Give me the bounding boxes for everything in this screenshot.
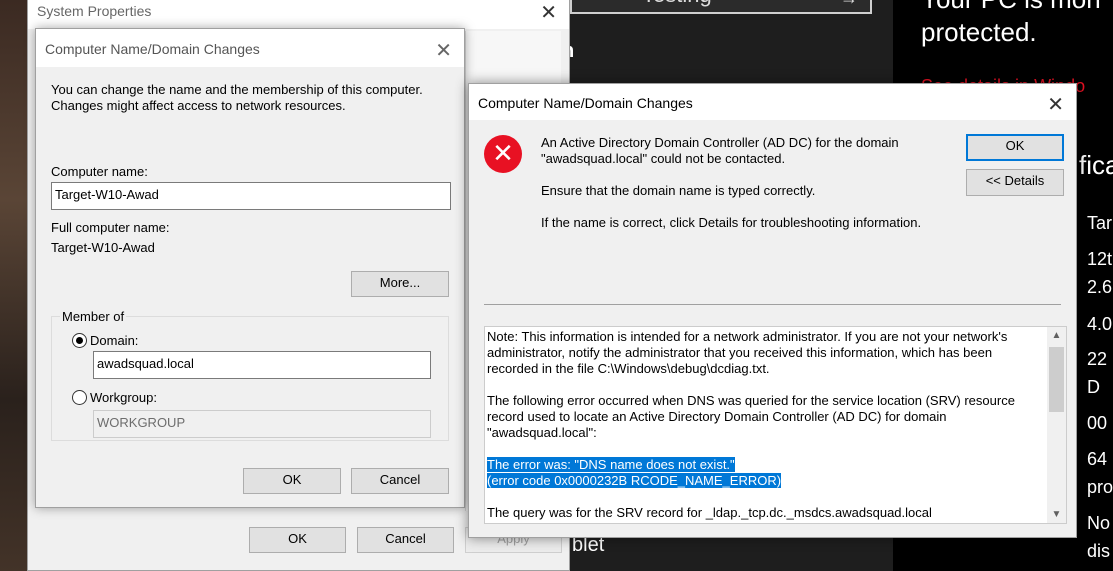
cancel-button[interactable]: Cancel (357, 527, 454, 553)
spec-line: 22 (1087, 349, 1108, 369)
details-button[interactable]: << Details (966, 169, 1064, 196)
divider (484, 304, 1061, 305)
error-hint-typed: Ensure that the domain name is typed cor… (541, 183, 816, 198)
error-message: An Active Directory Domain Controller (A… (541, 135, 899, 166)
spec-line: dis (1087, 541, 1111, 561)
selected-error-code: (error code 0x0000232B RCODE_NAME_ERROR) (487, 473, 782, 488)
desktop-wallpaper (0, 0, 30, 571)
ok-button[interactable]: OK (243, 468, 341, 494)
details-note: Note: This information is intended for a… (487, 329, 1008, 376)
selected-error-text: The error was: "DNS name does not exist.… (487, 457, 735, 472)
computer-name-input[interactable]: Target-W10-Awad (51, 182, 451, 210)
dialog-title: Computer Name/Domain Changes (45, 41, 260, 57)
spec-line: 2.6 (1087, 277, 1113, 297)
ok-button[interactable]: OK (249, 527, 346, 553)
close-icon[interactable]: ✕ (540, 0, 557, 24)
error-hint-details: If the name is correct, click Details fo… (541, 215, 922, 230)
dialog-title: Computer Name/Domain Changes (478, 95, 693, 111)
more-button[interactable]: More... (351, 271, 449, 297)
computer-name-dialog: Computer Name/Domain Changes ✕ You can c… (35, 28, 465, 508)
protection-text-2: protected. (921, 17, 1037, 47)
settings-search-box[interactable]: Testing → (570, 0, 872, 14)
chevron-down-icon[interactable]: ▼ (1047, 506, 1066, 523)
domain-radio[interactable] (72, 333, 87, 348)
error-icon: ✕ (484, 135, 522, 173)
details-srv-query: The query was for the SRV record for _ld… (487, 505, 932, 520)
member-of-label: Member of (60, 309, 127, 324)
scrollbar-thumb[interactable] (1049, 347, 1064, 412)
vertical-scrollbar[interactable]: ▲ ▼ (1047, 327, 1066, 523)
workgroup-label: Workgroup: (90, 390, 157, 405)
ok-button[interactable]: OK (966, 134, 1064, 161)
workgroup-radio[interactable] (72, 390, 87, 405)
title-bar: System Properties ✕ (28, 0, 569, 29)
protection-text-1: Your PC is mon (921, 0, 1101, 15)
spec-line: pro (1087, 477, 1113, 497)
cancel-button[interactable]: Cancel (351, 468, 449, 494)
radio-selected-dot (76, 337, 83, 344)
spec-line: Tar (1087, 213, 1113, 233)
specifications-heading: fica (1079, 150, 1113, 180)
workgroup-input[interactable]: WORKGROUP (93, 410, 431, 438)
intro-text: You can change the name and the membersh… (51, 82, 423, 113)
spec-line: 12t (1087, 249, 1113, 269)
details-dns-query: The following error occurred when DNS wa… (487, 393, 1015, 440)
details-error-block: The error was: "DNS name does not exist.… (487, 457, 1043, 489)
details-textbox[interactable]: Note: This information is intended for a… (484, 326, 1067, 524)
full-name-label: Full computer name: (51, 220, 170, 235)
spec-line: 64 (1087, 449, 1108, 469)
close-icon[interactable]: ✕ (1047, 92, 1064, 116)
member-of-group: Member of Domain: awadsquad.local Workgr… (51, 309, 449, 441)
spec-line: No (1087, 513, 1111, 533)
close-icon[interactable]: ✕ (435, 38, 452, 62)
details-content: Note: This information is intended for a… (485, 327, 1045, 523)
window-title: System Properties (37, 3, 152, 19)
domain-label: Domain: (90, 333, 139, 348)
full-name-value: Target-W10-Awad (51, 240, 155, 255)
title-bar: Computer Name/Domain Changes ✕ (469, 84, 1076, 120)
search-text: Testing (642, 0, 712, 8)
spec-line: 4.0 (1087, 314, 1113, 334)
chevron-up-icon[interactable]: ▲ (1047, 327, 1066, 344)
arrow-right-icon[interactable]: → (840, 0, 858, 9)
computer-name-label: Computer name: (51, 164, 148, 179)
domain-input[interactable]: awadsquad.local (93, 351, 431, 379)
spec-line: 00 (1087, 413, 1108, 433)
domain-error-dialog: Computer Name/Domain Changes ✕ ✕ An Acti… (468, 83, 1077, 538)
title-bar: Computer Name/Domain Changes ✕ (36, 29, 464, 67)
spec-line: D (1087, 377, 1100, 397)
